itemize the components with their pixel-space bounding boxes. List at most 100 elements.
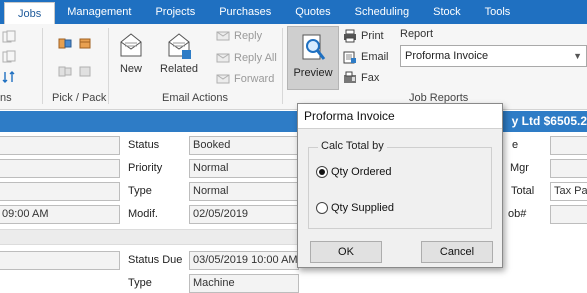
left-field-2[interactable] <box>0 159 120 178</box>
left-field-1[interactable] <box>0 136 120 155</box>
forward-button[interactable]: Forward <box>216 70 274 88</box>
type-label: Type <box>128 185 152 197</box>
tab-scheduling[interactable]: Scheduling <box>343 0 421 24</box>
cancel-button[interactable]: Cancel <box>421 241 493 263</box>
status-due-label: Status Due <box>128 254 183 266</box>
ribbon: ns Pick / Pack New Related Reply Reply A… <box>0 24 587 110</box>
group-label-email-actions: Email Actions <box>162 92 229 104</box>
print-button[interactable]: Print <box>343 27 384 45</box>
section-divider <box>0 229 300 245</box>
right-label-e: e <box>512 139 519 151</box>
copy-icon <box>2 30 16 43</box>
box-icon <box>79 66 91 77</box>
ok-button[interactable]: OK <box>310 241 382 263</box>
right-label-job: ob# <box>508 208 527 220</box>
qty-ordered-option[interactable]: Qty Ordered <box>316 166 392 178</box>
right-field-4[interactable] <box>550 205 587 224</box>
preview-button-label: Preview <box>293 67 333 79</box>
qty-ordered-label: Qty Ordered <box>331 166 392 178</box>
job-header-client-total: y Ltd $6505.2 <box>511 114 587 128</box>
email-button-label: Email <box>361 51 389 63</box>
fax-icon <box>344 71 356 83</box>
radio-checked-icon[interactable] <box>316 166 328 178</box>
tax-field[interactable]: Tax Pa <box>550 182 587 201</box>
reply-button-label: Reply <box>234 30 263 42</box>
partial-left-icon-2[interactable] <box>2 48 20 66</box>
calc-total-groupbox <box>308 147 492 229</box>
calc-total-label: Calc Total by <box>318 140 387 152</box>
email-button[interactable]: Email <box>343 48 389 66</box>
time-field[interactable]: 09:00 AM <box>0 205 120 224</box>
qty-supplied-label: Qty Supplied <box>331 202 394 214</box>
email-icon <box>343 51 356 64</box>
pick-pack-button-4[interactable] <box>78 62 96 80</box>
fax-button-label: Fax <box>361 72 380 84</box>
sort-icon <box>2 71 15 83</box>
type-field[interactable]: Normal <box>189 182 299 201</box>
print-button-label: Print <box>361 30 384 42</box>
right-field-2[interactable] <box>550 159 587 178</box>
tab-stock[interactable]: Stock <box>421 0 473 24</box>
menu-bar: Jobs Management Projects Purchases Quote… <box>0 0 587 24</box>
priority-field[interactable]: Normal <box>189 159 299 178</box>
clipboard-icon <box>58 38 72 49</box>
forward-icon <box>216 74 230 84</box>
tab-jobs[interactable]: Jobs <box>4 2 56 24</box>
tab-purchases[interactable]: Purchases <box>207 0 283 24</box>
ribbon-separator <box>282 28 283 104</box>
new-button-label: New <box>119 63 142 75</box>
proforma-invoice-dialog: Proforma Invoice Calc Total by Qty Order… <box>297 103 503 268</box>
priority-label: Priority <box>128 162 163 174</box>
box-icon <box>79 38 91 49</box>
right-label-mgr: Mgr <box>510 162 529 174</box>
fax-button[interactable]: Fax <box>343 69 379 87</box>
dialog-title: Proforma Invoice <box>298 104 502 129</box>
ribbon-separator <box>108 28 109 104</box>
preview-button[interactable]: Preview <box>287 26 339 90</box>
report-select[interactable]: Proforma Invoice ▼ <box>400 45 587 67</box>
left-field-3[interactable] <box>0 182 120 201</box>
tab-projects[interactable]: Projects <box>143 0 207 24</box>
reply-icon <box>216 31 230 41</box>
left-field-5[interactable] <box>0 251 120 270</box>
chevron-down-icon: ▼ <box>573 51 582 61</box>
partial-left-icon-1[interactable] <box>2 28 20 46</box>
status-due-field[interactable]: 03/05/2019 10:00 AM <box>189 251 299 270</box>
printer-icon <box>344 29 356 43</box>
radio-unchecked-icon[interactable] <box>316 202 328 214</box>
right-label-total: Total <box>511 185 535 197</box>
reply-all-button-label: Reply All <box>234 52 277 64</box>
pick-pack-button-3[interactable] <box>58 62 76 80</box>
tab-tools[interactable]: Tools <box>473 0 523 24</box>
related-email-icon <box>168 33 191 59</box>
modif-field[interactable]: 02/05/2019 <box>189 205 299 224</box>
partial-left-icon-3[interactable] <box>2 68 20 86</box>
ribbon-separator <box>42 28 43 104</box>
copy-icon <box>2 50 16 63</box>
related-button-label: Related <box>160 63 198 75</box>
right-field-1[interactable] <box>550 136 587 155</box>
status-field[interactable]: Booked <box>189 136 299 155</box>
new-button[interactable]: New <box>114 30 148 75</box>
magnifier-icon <box>302 34 326 60</box>
report-select-value: Proforma Invoice <box>405 50 489 62</box>
related-button[interactable]: Related <box>158 30 200 75</box>
new-email-icon <box>120 33 142 57</box>
reply-button[interactable]: Reply <box>216 27 262 45</box>
qty-supplied-option[interactable]: Qty Supplied <box>316 202 394 214</box>
group-label-partial: ns <box>0 92 12 104</box>
status-label: Status <box>128 139 160 151</box>
modif-label: Modif. <box>128 208 158 220</box>
type2-label: Type <box>128 277 152 289</box>
pick-pack-button-2[interactable] <box>78 34 96 52</box>
forward-button-label: Forward <box>234 73 275 85</box>
tab-quotes[interactable]: Quotes <box>283 0 342 24</box>
type2-field[interactable]: Machine <box>189 274 299 293</box>
pick-pack-button-1[interactable] <box>58 34 76 52</box>
reply-all-icon <box>216 53 230 63</box>
clipboard-icon <box>58 66 72 77</box>
group-label-pick-pack: Pick / Pack <box>52 92 107 104</box>
tab-management[interactable]: Management <box>55 0 143 24</box>
report-label: Report <box>400 28 434 40</box>
reply-all-button[interactable]: Reply All <box>216 49 277 67</box>
